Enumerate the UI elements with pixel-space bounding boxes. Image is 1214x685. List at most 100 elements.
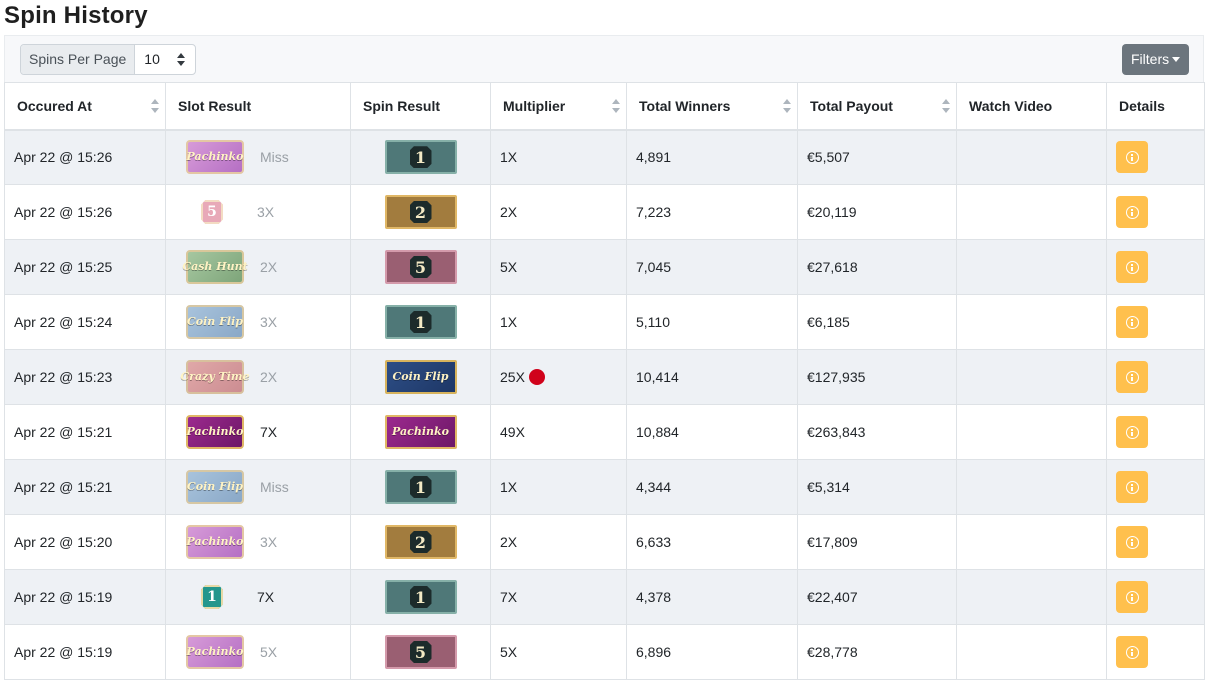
game-tile-icon: Pachinko [186, 415, 244, 449]
cell-occured-at: Apr 22 @ 15:19 [4, 569, 166, 625]
cell-multiplier: 25X [490, 349, 627, 405]
cell-total-winners: 7,045 [626, 239, 798, 295]
spins-per-page-select[interactable]: 10 [135, 45, 195, 74]
cell-watch-video [956, 184, 1107, 240]
multiplier: 2X [500, 204, 626, 220]
filters-button[interactable]: Filters [1122, 44, 1189, 75]
details-button[interactable] [1116, 471, 1148, 503]
header-total-payout[interactable]: Total Payout [797, 82, 957, 131]
game-tile-label: Pachinko [186, 425, 244, 438]
cell-multiplier: 1X [490, 294, 627, 350]
cell-spin-result: Pachinko [350, 404, 491, 460]
game-tile-label: Coin Flip [187, 480, 243, 493]
cell-occured-at: Apr 22 @ 15:26 [4, 129, 166, 185]
cell-occured-at: Apr 22 @ 15:21 [4, 404, 166, 460]
details-button[interactable] [1116, 196, 1148, 228]
header-label: Multiplier [503, 97, 566, 114]
cell-total-winners: 4,378 [626, 569, 798, 625]
sort-icon [942, 99, 950, 113]
multiplier-value: 7X [500, 589, 518, 605]
cell-total-winners: 6,633 [626, 514, 798, 570]
cell-spin-result: 1 [350, 459, 491, 515]
cell-slot-result: Coin Flip 3X [165, 294, 351, 350]
sort-icon [612, 99, 620, 113]
game-tile-label: Pachinko [392, 425, 449, 438]
header-spin-result: Spin Result [350, 82, 491, 131]
game-tile-label: Pachinko [186, 150, 244, 164]
cell-occured-at: Apr 22 @ 15:20 [4, 514, 166, 570]
sort-icon [151, 99, 159, 113]
slot-result: Coin Flip 3X [186, 305, 350, 339]
header-total-winners[interactable]: Total Winners [626, 82, 798, 131]
cell-occured-at: Apr 22 @ 15:24 [4, 294, 166, 350]
table-header-row: Occured At Slot Result Spin Result Multi… [4, 82, 1205, 131]
table-row: Apr 22 @ 15:21 Coin Flip Miss 1 1X 4,344 €5,31… [4, 459, 1205, 515]
details-button[interactable] [1116, 416, 1148, 448]
slot-multiplier: Miss [260, 479, 289, 495]
cell-slot-result: Pachinko 5X [165, 624, 351, 680]
spins-per-page-value: 10 [144, 51, 160, 67]
cell-details [1106, 514, 1205, 570]
cell-total-winners: 10,414 [626, 349, 798, 405]
game-tile-icon: Pachinko [186, 140, 244, 175]
details-button[interactable] [1116, 526, 1148, 558]
multiplier: 5X [500, 259, 626, 275]
multiplier: 2X [500, 534, 626, 550]
cell-spin-result: 1 [350, 294, 491, 350]
slot-result: Pachinko 5X [186, 635, 350, 669]
number-tile-icon: 1 [384, 580, 457, 614]
number-tile-value: 5 [409, 256, 432, 278]
game-tile-icon: Pachinko [186, 635, 244, 669]
cell-multiplier: 5X [490, 624, 627, 680]
cell-slot-result: Cash Hunt 2X [165, 239, 351, 295]
header-label: Details [1119, 97, 1165, 114]
number-tile-value: 5 [409, 641, 432, 663]
multiplier-value: 49X [500, 424, 525, 440]
details-button[interactable] [1116, 636, 1148, 668]
table-toolbar: Spins Per Page 10 Filters [4, 35, 1204, 82]
details-button[interactable] [1116, 141, 1148, 174]
slot-multiplier: 3X [260, 534, 278, 550]
game-tile-icon: Coin Flip [186, 470, 244, 504]
number-tile-icon: 5 [384, 250, 457, 284]
details-button[interactable] [1116, 581, 1148, 613]
game-tile-icon: Crazy Time [180, 360, 250, 394]
cell-total-winners: 6,896 [626, 624, 798, 680]
header-label: Total Winners [639, 97, 731, 114]
header-label: Total Payout [810, 97, 893, 114]
cell-details [1106, 239, 1205, 295]
cell-occured-at: Apr 22 @ 15:21 [4, 459, 166, 515]
info-icon [1125, 535, 1139, 549]
multiplier-value: 2X [500, 534, 518, 550]
multiplier-value: 2X [500, 204, 518, 220]
cell-watch-video [956, 569, 1107, 625]
cell-slot-result: 5 3X [165, 184, 351, 240]
header-multiplier[interactable]: Multiplier [490, 82, 627, 131]
slot-result: Cash Hunt 2X [182, 250, 350, 284]
details-button[interactable] [1116, 251, 1148, 283]
cell-slot-result: Pachinko Miss [165, 129, 351, 185]
number-badge-value: 1 [201, 585, 223, 609]
cell-details [1106, 459, 1205, 515]
number-tile-icon: 1 [384, 305, 457, 339]
header-label: Slot Result [178, 97, 252, 114]
game-tile-label: Pachinko [186, 645, 244, 658]
cell-multiplier: 7X [490, 569, 627, 625]
table-row: Apr 22 @ 15:20 Pachinko 3X 2 2X 6,633 €17,809 [4, 514, 1205, 570]
slot-result: Pachinko 3X [186, 525, 350, 559]
details-button[interactable] [1116, 361, 1148, 393]
game-tile-label: Crazy Time [180, 370, 250, 383]
info-icon [1125, 315, 1139, 329]
cell-spin-result: 1 [350, 129, 491, 185]
header-occured-at[interactable]: Occured At [4, 82, 166, 131]
details-button[interactable] [1116, 306, 1148, 338]
cell-multiplier: 2X [490, 184, 627, 240]
table-row: Apr 22 @ 15:19 Pachinko 5X 5 5X 6,896 €28,778 [4, 624, 1205, 680]
cell-total-payout: €17,809 [797, 514, 957, 570]
table-row: Apr 22 @ 15:24 Coin Flip 3X 1 1X 5,110 €6,185 [4, 294, 1205, 350]
multiplier-value: 25X [500, 369, 525, 385]
multiplier-value: 1X [500, 149, 518, 166]
slot-multiplier: 7X [257, 589, 275, 605]
slot-multiplier: 2X [260, 259, 278, 275]
cell-total-payout: €6,185 [797, 294, 957, 350]
